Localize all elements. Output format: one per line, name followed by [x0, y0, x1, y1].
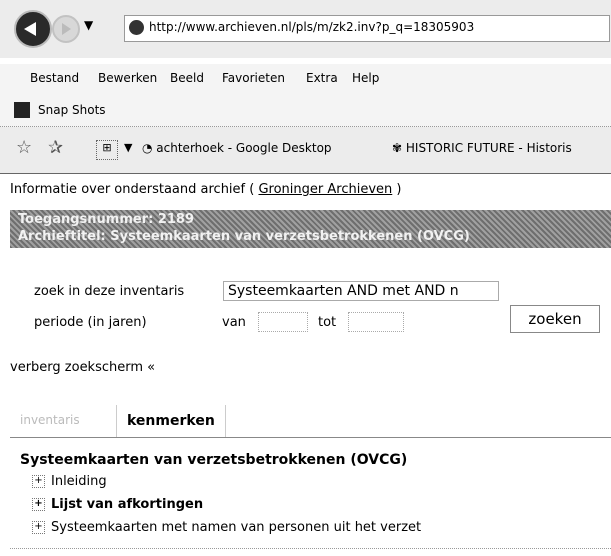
menu-bestand[interactable]: Bestand [30, 71, 79, 85]
from-label: van [222, 315, 246, 330]
expand-icon[interactable]: + [32, 498, 45, 511]
bookmarks-toolbar: ☆ ✰ ⊞ ▼ ◔ achterhoek - Google Desktop ✾ … [0, 127, 611, 174]
tab-inventaris[interactable]: inventaris [20, 413, 80, 427]
bookmark-historic-future[interactable]: ✾ HISTORIC FUTURE - Historis [392, 141, 572, 155]
address-bar[interactable]: http://www.archieven.nl/pls/m/zk2.inv?p_… [124, 15, 610, 42]
archive-title: Archieftitel: Systeemkaarten van verzets… [18, 229, 470, 244]
bookmark-label: achterhoek - Google Desktop [156, 141, 332, 155]
period-label: periode (in jaren) [34, 315, 147, 330]
inventory-title: Systeemkaarten van verzetsbetrokkenen (O… [20, 452, 408, 468]
menu-bewerken[interactable]: Bewerken [98, 71, 157, 85]
menu-beeld[interactable]: Beeld [170, 71, 204, 85]
expand-icon[interactable]: + [32, 475, 45, 488]
archive-info: Informatie over onderstaand archief ( Gr… [10, 182, 401, 197]
expand-icon[interactable]: + [32, 521, 45, 534]
tree-item-label[interactable]: Systeemkaarten met namen van personen ui… [51, 520, 421, 535]
menu-favorieten[interactable]: Favorieten [222, 71, 285, 85]
add-favorite-icon[interactable]: ✰ [48, 137, 63, 158]
menu-help[interactable]: Help [352, 71, 379, 85]
back-button[interactable] [14, 10, 52, 48]
search-label: zoek in deze inventaris [34, 284, 185, 299]
search-input[interactable] [223, 281, 499, 301]
bookmark-google-desktop[interactable]: ◔ achterhoek - Google Desktop [142, 141, 332, 155]
snapshots-icon[interactable] [14, 102, 30, 118]
tree-item[interactable]: + Lijst van afkortingen [32, 497, 203, 512]
year-from-input[interactable] [258, 312, 308, 332]
tabs-dropdown-icon[interactable]: ▼ [124, 141, 132, 154]
archive-info-prefix: Informatie over onderstaand archief ( [10, 182, 259, 197]
search-button[interactable]: zoeken [510, 305, 600, 333]
tree-item[interactable]: + Inleiding [32, 474, 107, 489]
forward-button[interactable] [52, 15, 80, 43]
divider [10, 548, 611, 549]
snapshots-button[interactable]: Snap Shots [38, 103, 106, 117]
tab-kenmerken[interactable]: kenmerken [116, 405, 226, 437]
tabs-grid-icon[interactable]: ⊞ [96, 140, 118, 160]
hide-search-link[interactable]: verberg zoekscherm « [10, 360, 155, 375]
url-text[interactable]: http://www.archieven.nl/pls/m/zk2.inv?p_… [149, 20, 474, 34]
year-to-input[interactable] [348, 312, 404, 332]
snapshots-toolbar: Snap Shots [0, 94, 611, 127]
archive-banner: Toegangsnummer: 2189 Archieftitel: Syste… [10, 210, 611, 248]
address-toolbar: ▼ http://www.archieven.nl/pls/m/zk2.inv?… [0, 0, 611, 58]
tab-bar: inventaris kenmerken [10, 405, 611, 438]
archive-info-suffix: ) [392, 182, 402, 197]
menu-extra[interactable]: Extra [306, 71, 338, 85]
tree-item[interactable]: + Systeemkaarten met namen van personen u… [32, 520, 421, 535]
bookmark-label: HISTORIC FUTURE - Historis [405, 141, 572, 155]
tree-item-label[interactable]: Lijst van afkortingen [51, 497, 203, 512]
to-label: tot [318, 315, 337, 330]
history-dropdown-icon[interactable]: ▼ [84, 18, 93, 32]
archive-link[interactable]: Groninger Archieven [258, 182, 392, 197]
menu-bar: Bestand Bewerken Beeld Favorieten Extra … [0, 64, 611, 94]
page-icon [129, 20, 144, 35]
favorites-star-icon[interactable]: ☆ [16, 137, 32, 158]
access-number: Toegangsnummer: 2189 [18, 212, 195, 227]
tree-item-label[interactable]: Inleiding [51, 474, 107, 489]
